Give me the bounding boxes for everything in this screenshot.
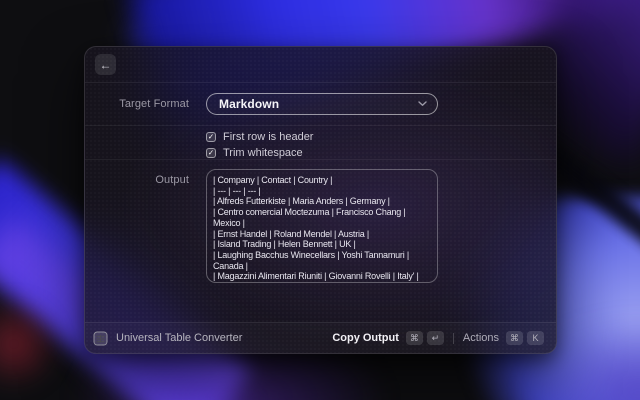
window-header: ← [85,47,556,83]
back-arrow-icon: ← [100,59,112,71]
output-row: Output | Company | Contact | Country | |… [85,160,556,322]
check-icon: ✓ [208,149,214,157]
target-format-row: Target Format Markdown [85,83,556,126]
wallpaper-blob [0,296,62,392]
target-format-value: Markdown [219,97,279,111]
actions-menu-button[interactable]: Actions ⌘ K [463,331,544,345]
cmd-keycap: ⌘ [406,331,423,345]
checkbox-checked-icon: ✓ [206,148,216,158]
back-button[interactable]: ← [95,54,116,75]
return-keycap: ↵ [427,331,444,345]
checkbox-trim-whitespace[interactable]: ✓ Trim whitespace [206,147,556,159]
k-keycap: K [527,331,544,345]
actions-label: Actions [463,332,499,344]
target-format-select[interactable]: Markdown [206,93,438,115]
output-label: Output [85,169,206,186]
copy-output-label: Copy Output [332,332,399,344]
checkbox-label: First row is header [223,131,313,143]
footer-divider [453,333,454,344]
app-window: ← Target Format Markdown ✓ First row is … [84,46,557,354]
chevron-down-icon [418,101,427,107]
app-name: Universal Table Converter [116,332,242,344]
target-format-label: Target Format [85,98,206,110]
output-textarea[interactable]: | Company | Contact | Country | | --- | … [206,169,438,283]
cmd-keycap: ⌘ [506,331,523,345]
checkbox-checked-icon: ✓ [206,132,216,142]
check-icon: ✓ [208,133,214,141]
checkbox-section: ✓ First row is header ✓ Trim whitespace [85,126,556,160]
copy-output-action[interactable]: Copy Output ⌘ ↵ [332,331,444,345]
checkbox-first-row-is-header[interactable]: ✓ First row is header [206,131,556,143]
table-icon [93,331,108,346]
checkbox-label: Trim whitespace [223,147,303,159]
footer-bar: Universal Table Converter Copy Output ⌘ … [85,322,556,353]
